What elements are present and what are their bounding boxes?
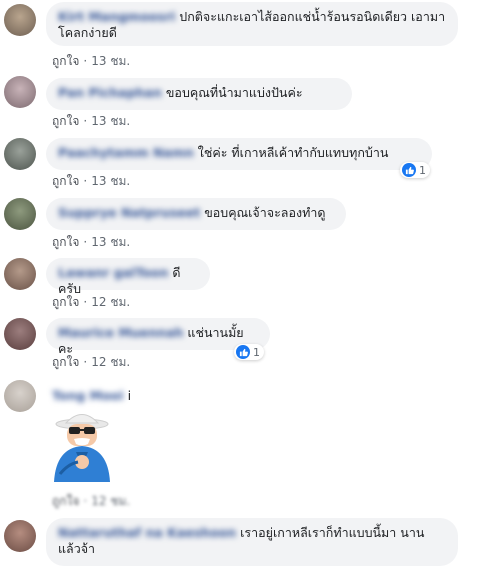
comment-meta: ถูกใจ · 12 ชม.: [52, 494, 131, 508]
like-link[interactable]: ถูกใจ: [52, 54, 79, 68]
avatar[interactable]: [4, 318, 36, 350]
thumbs-up-icon: [236, 345, 250, 359]
thumbs-up-icon: [402, 163, 416, 177]
comment-time[interactable]: 13 ชม.: [91, 114, 130, 128]
comment-bubble: Paachytamm Namn ใช่ค่ะ ที่เกาหลีเค้าทำกับ…: [46, 138, 432, 170]
reaction-count[interactable]: 1: [234, 344, 264, 360]
reaction-number: 1: [419, 163, 426, 177]
reaction-number: 1: [253, 345, 260, 359]
commenter-name[interactable]: Supprye Natpruseet: [58, 205, 200, 220]
comment-meta: ถูกใจ · 12 ชม.: [52, 355, 131, 369]
avatar[interactable]: [4, 380, 36, 412]
like-link[interactable]: ถูกใจ: [52, 114, 79, 128]
like-link[interactable]: ถูกใจ: [52, 355, 79, 369]
comment-bubble: Lawanr galToon ดีครับ: [46, 258, 210, 296]
comment-time[interactable]: 12 ชม.: [91, 355, 130, 369]
comment-meta: ถูกใจ · 12 ชม.: [52, 295, 131, 309]
comment-bubble: Supprye Natpruseet ขอบคุณเจ้าจะลองทำดู: [46, 198, 346, 230]
comment-meta: ถูกใจ · 13 ชม.: [52, 174, 131, 188]
like-link[interactable]: ถูกใจ: [52, 295, 79, 309]
comment-text: ใช่ค่ะ ที่เกาหลีเค้าทำกับแทบทุกบ้าน: [197, 145, 389, 160]
like-link[interactable]: ถูกใจ: [52, 494, 79, 508]
like-link[interactable]: ถูกใจ: [52, 174, 79, 188]
comment-time[interactable]: 13 ชม.: [91, 174, 130, 188]
comment-meta: ถูกใจ · 13 ชม.: [52, 235, 131, 249]
comment-text: ขอบคุณเจ้าจะลองทำดู: [204, 205, 326, 220]
commenter-name[interactable]: Maurice Muennah: [58, 325, 183, 340]
commenter-name[interactable]: Tong Mooi: [52, 388, 124, 403]
commenter-name[interactable]: Kirt Mangmoosri: [58, 9, 175, 24]
commenter-name[interactable]: Lawanr galToon: [58, 265, 168, 280]
commenter-name[interactable]: Pan Pichaphan: [58, 85, 162, 100]
comment-bubble: Kirt Mangmoosri ปกติจะแกะเอาไส้ออกแช่น้ำร…: [46, 2, 458, 46]
commenter-name[interactable]: Paachytamm Namn: [58, 145, 194, 160]
comment-meta: ถูกใจ · 13 ชม.: [52, 114, 131, 128]
comment-bubble: Nattaruthaf na Kaeshoon เราอยู่เกาหลีเราก…: [46, 518, 458, 566]
comment-meta: ถูกใจ · 13 ชม.: [52, 54, 131, 68]
avatar[interactable]: [4, 138, 36, 170]
commenter-row: Tong Mooi i: [52, 388, 131, 403]
avatar[interactable]: [4, 4, 36, 36]
avatar[interactable]: [4, 198, 36, 230]
avatar[interactable]: [4, 520, 36, 552]
reaction-count[interactable]: 1: [400, 162, 430, 178]
like-link[interactable]: ถูกใจ: [52, 235, 79, 249]
sticker-image[interactable]: [46, 404, 118, 484]
avatar[interactable]: [4, 76, 36, 108]
commenter-name[interactable]: Nattaruthaf na Kaeshoon: [58, 525, 236, 540]
comment-text: i: [127, 388, 132, 403]
comment-bubble: Pan Pichaphan ขอบคุณที่นำมาแบ่งปันค่ะ: [46, 78, 352, 110]
avatar[interactable]: [4, 258, 36, 290]
comment-time[interactable]: 13 ชม.: [91, 235, 130, 249]
comment-text: ขอบคุณที่นำมาแบ่งปันค่ะ: [165, 85, 303, 100]
comment-time[interactable]: 13 ชม.: [91, 54, 130, 68]
comment-time[interactable]: 12 ชม.: [91, 295, 130, 309]
comment-time[interactable]: 12 ชม.: [91, 494, 130, 508]
